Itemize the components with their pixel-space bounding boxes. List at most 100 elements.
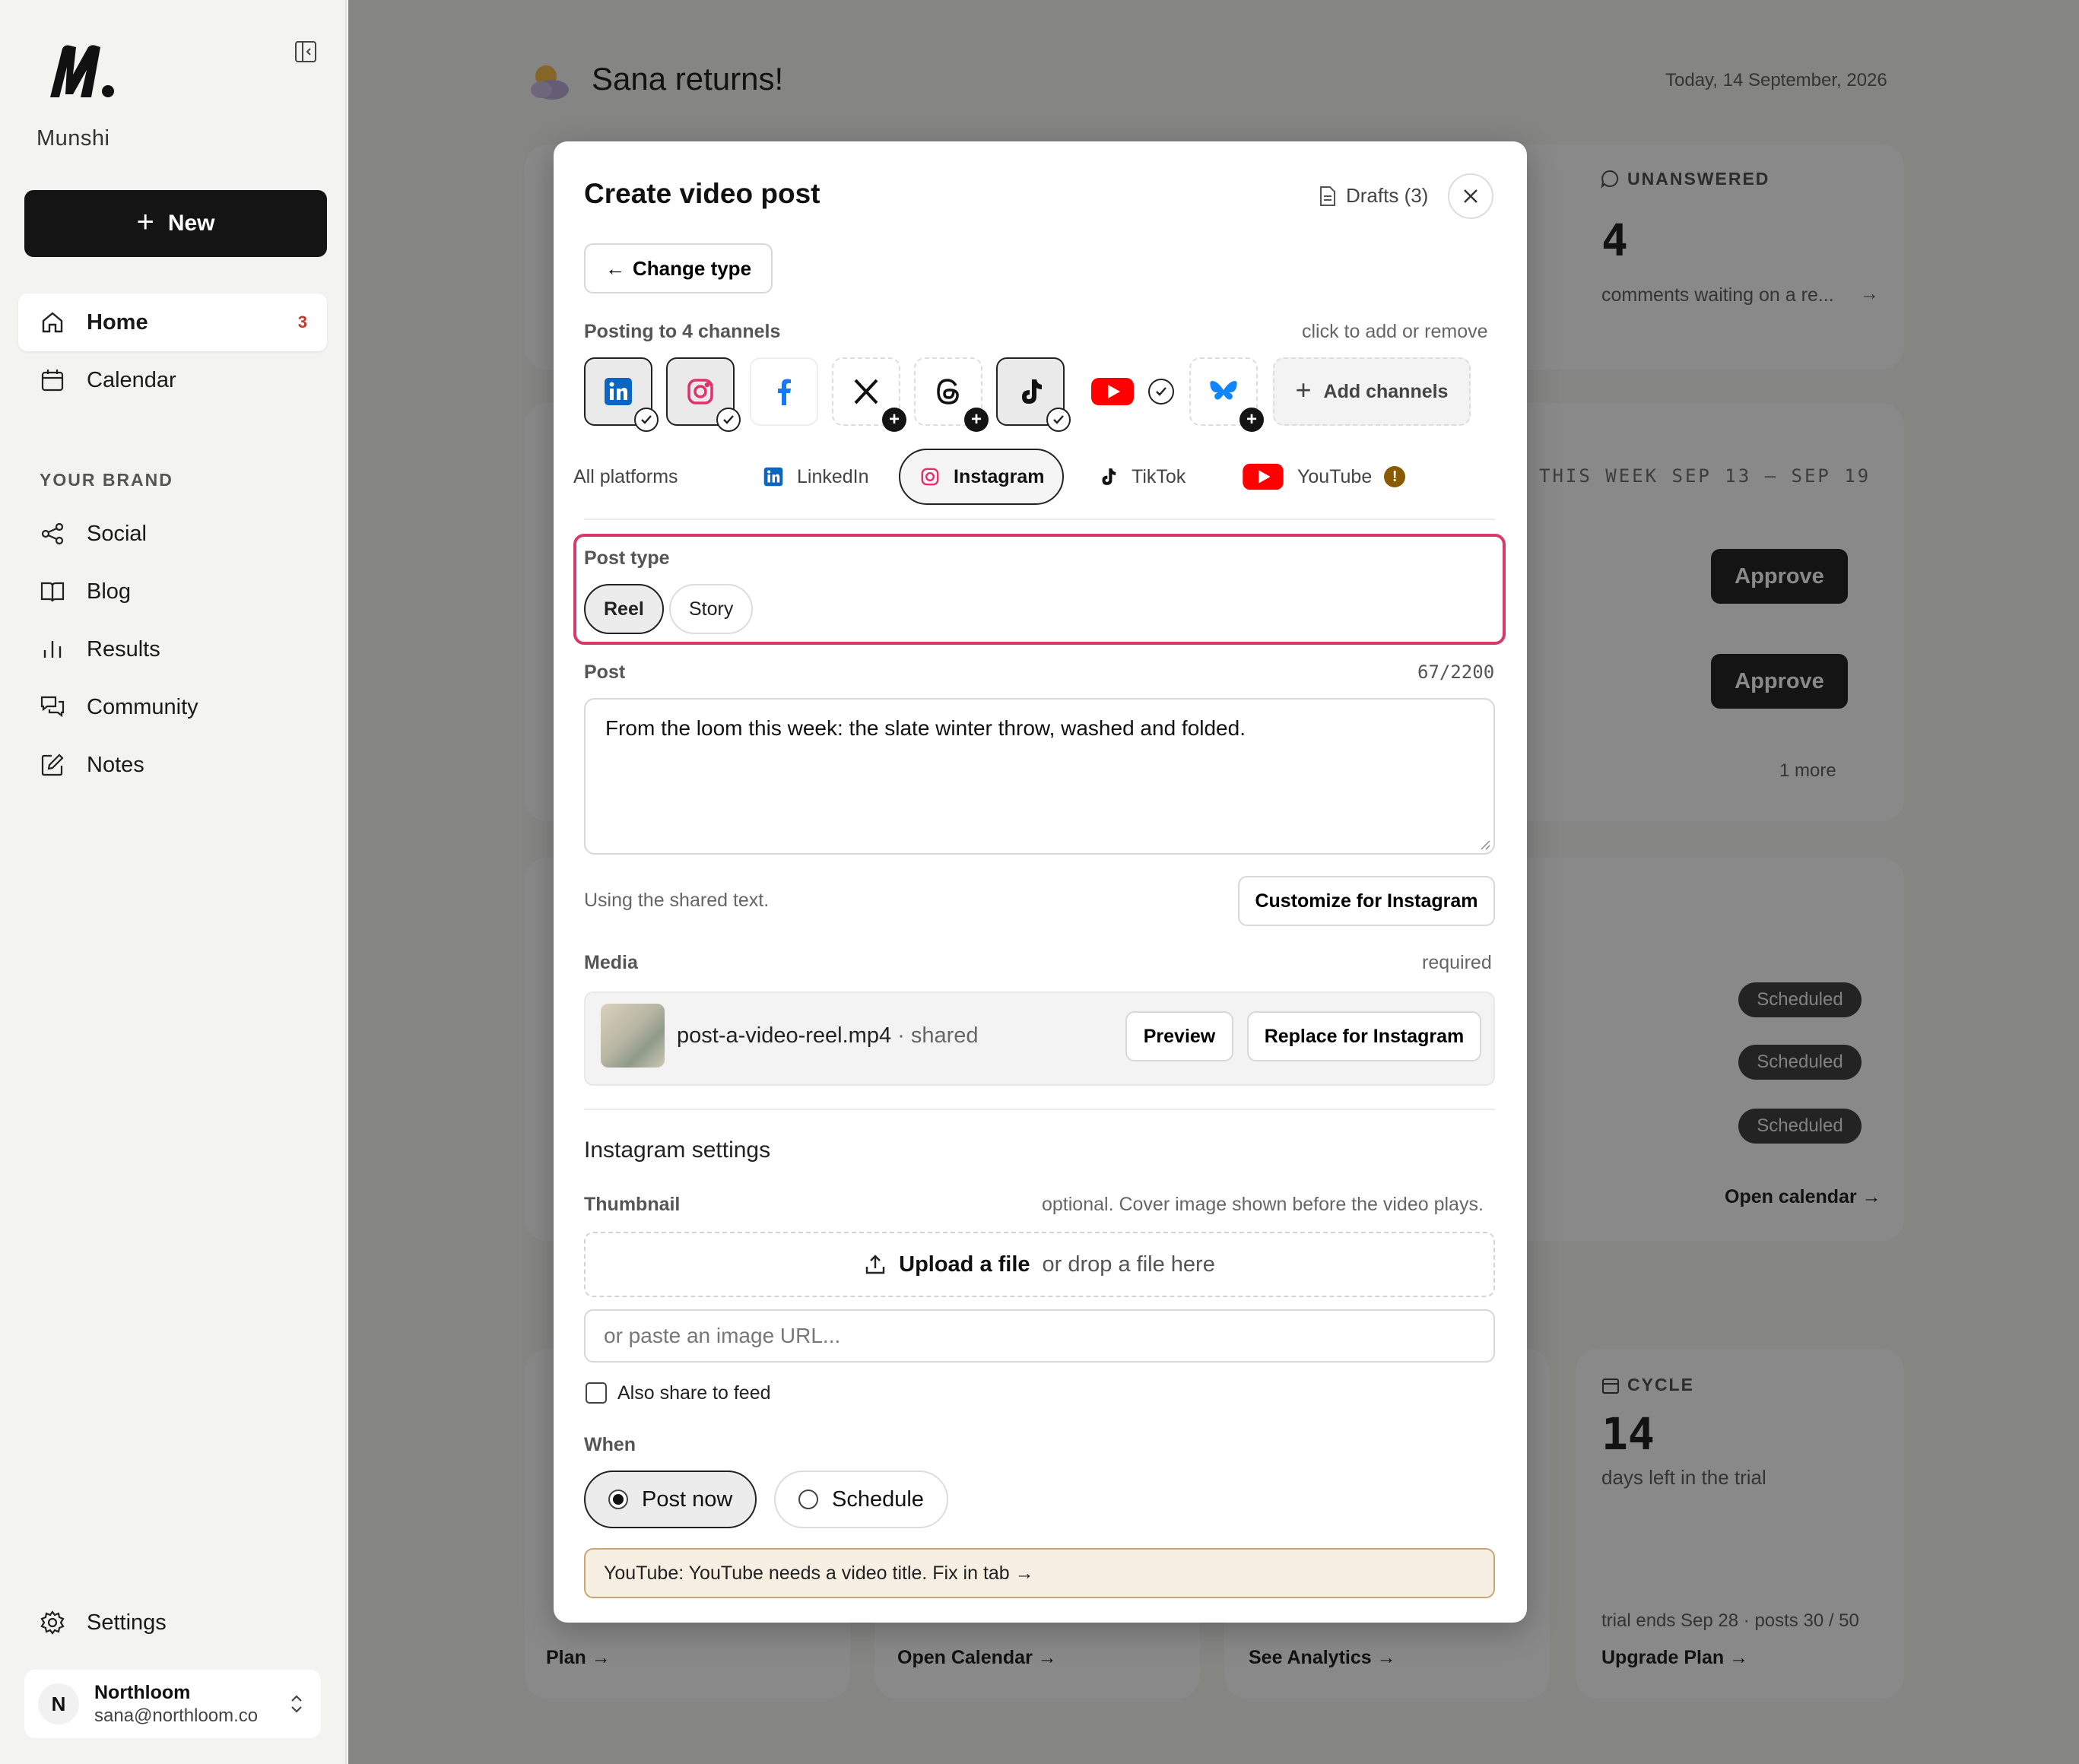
media-file-label: post-a-video-reel.mp4 <box>677 1023 892 1048</box>
post-now-label: Post now <box>642 1486 733 1512</box>
channels-hint: click to add or remove <box>1302 321 1488 342</box>
sidebar-collapse-icon[interactable] <box>294 40 318 64</box>
account-info: Northloom sana@northloom.co <box>94 1682 258 1727</box>
tab-youtube[interactable]: YouTube ! <box>1223 449 1424 505</box>
dialog-title: Create video post <box>584 178 820 209</box>
sidebar-item-home[interactable]: Home 3 <box>18 293 327 351</box>
account-switcher[interactable]: N Northloom sana@northloom.co <box>24 1670 321 1738</box>
channel-instagram[interactable] <box>666 357 741 432</box>
sidebar-item-notes[interactable]: Notes <box>18 736 327 794</box>
tab-label: YouTube <box>1297 465 1373 487</box>
chat-bubbles-icon <box>40 696 65 718</box>
post-now-option[interactable]: Post now <box>584 1471 757 1528</box>
radio-selected <box>608 1490 628 1509</box>
channel-bluesky[interactable]: + <box>1189 357 1264 432</box>
divider <box>584 1109 1495 1110</box>
plus-icon: + <box>882 408 906 432</box>
x-logo-icon <box>854 379 878 405</box>
drafts-label: Drafts (3) <box>1346 184 1429 207</box>
channel-facebook[interactable] <box>750 357 818 426</box>
character-counter: 67/2200 <box>1417 662 1495 683</box>
threads-icon <box>937 379 959 405</box>
new-button[interactable]: + New <box>24 190 327 257</box>
thumbnail-dropzone[interactable]: Upload a file or drop a file here <box>584 1232 1495 1297</box>
plus-icon: + <box>136 205 154 239</box>
youtube-warning-banner[interactable]: YouTube: YouTube needs a video title. Fi… <box>584 1548 1495 1598</box>
sidebar-item-label: Social <box>87 521 147 546</box>
sidebar-item-label: Community <box>87 694 198 719</box>
avatar: N <box>38 1683 79 1724</box>
sidebar-item-label: Settings <box>87 1610 167 1635</box>
check-icon <box>634 408 659 432</box>
sidebar-item-calendar[interactable]: Calendar <box>18 351 327 409</box>
calendar-icon <box>41 370 64 392</box>
change-type-button[interactable]: ← Change type <box>584 243 773 293</box>
share-to-feed-label: Also share to feed <box>617 1382 771 1404</box>
warning-text: YouTube: YouTube needs a video title. Fi… <box>604 1562 1034 1584</box>
tab-label: LinkedIn <box>797 465 869 487</box>
video-thumbnail <box>601 1004 665 1068</box>
plus-icon: + <box>964 408 989 432</box>
resize-handle-icon[interactable] <box>1480 839 1490 850</box>
sidebar-item-label: Calendar <box>87 367 176 392</box>
add-channels-label: Add channels <box>1323 380 1449 402</box>
customize-for-instagram-button[interactable]: Customize for Instagram <box>1238 876 1495 926</box>
instagram-icon <box>687 379 713 405</box>
sidebar-item-label: Home <box>87 309 148 335</box>
channel-threads[interactable]: + <box>914 357 989 432</box>
share-to-feed-checkbox[interactable] <box>586 1382 607 1404</box>
media-required: required <box>1422 952 1492 973</box>
channel-linkedin[interactable] <box>584 357 659 432</box>
sidebar-item-results[interactable]: Results <box>18 620 327 678</box>
edit-note-icon <box>41 754 64 776</box>
channel-x[interactable]: + <box>832 357 906 432</box>
instagram-icon <box>921 468 939 486</box>
post-textarea[interactable] <box>584 698 1495 855</box>
arrow-left-icon: ← <box>605 256 625 280</box>
schedule-option[interactable]: Schedule <box>774 1471 948 1528</box>
plus-icon: + <box>1239 408 1264 432</box>
facebook-icon <box>778 379 791 405</box>
share-icon <box>41 522 64 545</box>
sidebar-item-label: Notes <box>87 752 144 777</box>
post-type-story[interactable]: Story <box>669 584 754 634</box>
thumbnail-label: Thumbnail <box>584 1194 681 1215</box>
sidebar-item-label: Results <box>87 636 160 662</box>
replace-for-instagram-button[interactable]: Replace for Instagram <box>1247 1011 1481 1061</box>
channel-tiktok[interactable] <box>996 357 1071 432</box>
gear-icon <box>40 1610 65 1635</box>
close-button[interactable] <box>1448 173 1493 219</box>
channel-youtube[interactable] <box>1078 357 1147 426</box>
tab-instagram[interactable]: Instagram <box>899 449 1065 505</box>
tab-tiktok[interactable]: TikTok <box>1078 449 1204 505</box>
sidebar-item-blog[interactable]: Blog <box>18 563 327 620</box>
add-channels-button[interactable]: + Add channels <box>1273 357 1471 426</box>
tab-all-platforms[interactable]: All platforms <box>555 449 697 505</box>
account-name: Northloom <box>94 1681 191 1703</box>
sidebar-item-settings[interactable]: Settings <box>18 1594 327 1651</box>
divider <box>584 519 1495 520</box>
tiktok-icon <box>1102 468 1116 485</box>
youtube-selected-check-icon <box>1148 379 1174 405</box>
bluesky-butterfly-icon <box>1210 381 1237 400</box>
check-icon <box>1046 408 1071 432</box>
book-icon <box>40 582 65 602</box>
create-video-post-dialog: Create video post Drafts (3) ← Change ty… <box>554 141 1527 1623</box>
instagram-settings-title: Instagram settings <box>584 1137 771 1163</box>
drafts-button[interactable]: Drafts (3) <box>1319 184 1428 208</box>
when-label: When <box>584 1434 636 1455</box>
thumbnail-url-input[interactable] <box>584 1309 1495 1363</box>
account-email: sana@northloom.co <box>94 1705 259 1726</box>
linkedin-icon <box>763 467 783 487</box>
linkedin-icon <box>605 378 632 405</box>
post-type-reel[interactable]: Reel <box>584 584 664 634</box>
tab-label: All platforms <box>573 465 678 487</box>
sidebar-item-community[interactable]: Community <box>18 678 327 736</box>
sidebar-item-label: Blog <box>87 579 132 604</box>
preview-button[interactable]: Preview <box>1125 1011 1233 1061</box>
upload-label: Upload a file <box>899 1252 1030 1277</box>
tiktok-icon <box>1022 379 1042 404</box>
tab-linkedin[interactable]: LinkedIn <box>744 449 887 505</box>
sidebar-item-social[interactable]: Social <box>18 505 327 563</box>
media-label: Media <box>584 952 638 973</box>
